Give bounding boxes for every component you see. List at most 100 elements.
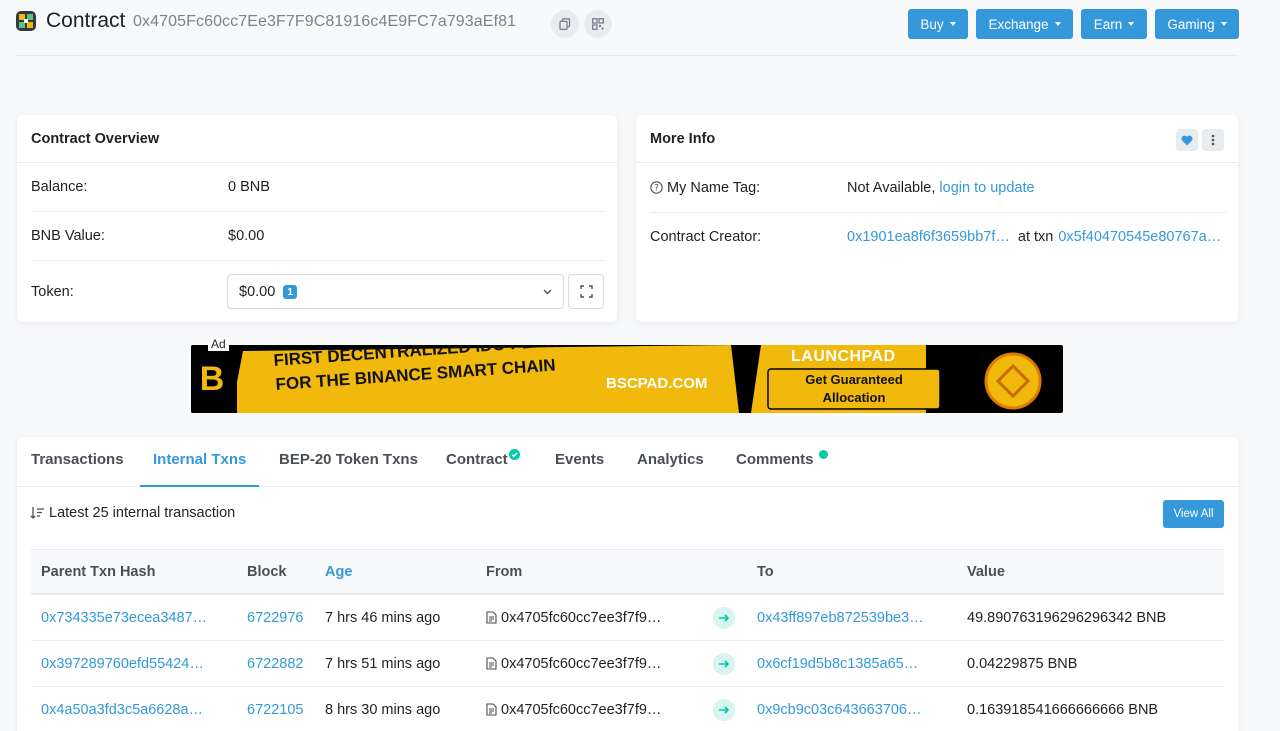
svg-text:B: B <box>200 360 225 398</box>
column-header: Value <box>967 564 1005 580</box>
name-tag-label: My Name Tag: <box>667 179 761 196</box>
login-to-update-link[interactable]: login to update <box>939 180 1034 196</box>
ad-launchpad: LAUNCHPAD <box>791 348 896 365</box>
transactions-card: Transactions Internal Txns BEP-20 Token … <box>17 437 1238 731</box>
ad-banner[interactable]: B FIRST DECENTRALIZED IDO PLATFORM FOR T… <box>191 345 1063 413</box>
to-address-link[interactable]: 0x6cf19d5b8c1385a65… <box>757 641 918 687</box>
value-cell: 49.890763196296296342 BNB <box>967 610 1167 626</box>
heart-icon <box>1181 135 1193 145</box>
qr-code-button[interactable] <box>584 10 612 38</box>
age-cell: 8 hrs 30 mins ago <box>325 702 441 718</box>
expand-token-button[interactable] <box>568 274 604 309</box>
contract-address: 0x4705Fc60cc7Ee3F7F9C81916c4E9FC7a793aEf… <box>133 13 517 30</box>
parent-txn-hash-link[interactable]: 0x397289760efd55424… <box>41 641 204 687</box>
copy-address-button[interactable] <box>551 10 579 38</box>
tab-bep20-token-txns[interactable]: BEP-20 Token Txns <box>279 437 418 487</box>
tab-events[interactable]: Events <box>555 437 604 487</box>
name-tag-value: Not Available, <box>847 179 936 196</box>
gaming-menu-button[interactable]: Gaming <box>1155 9 1239 39</box>
value-cell: 0.04229875 BNB <box>967 656 1078 672</box>
contract-file-icon <box>486 611 497 624</box>
age-cell: 7 hrs 51 mins ago <box>325 656 441 672</box>
arrow-right-icon <box>718 706 729 714</box>
to-address-link[interactable]: 0x9cb9c03c643663706… <box>757 687 921 731</box>
token-value: $0.00 <box>239 283 276 300</box>
balance-value: 0 BNB <box>228 179 270 195</box>
from-address: 0x4705fc60cc7ee3f7f9… <box>501 702 662 718</box>
chevron-down-icon <box>1220 22 1227 26</box>
chevron-down-icon <box>949 22 956 26</box>
contract-overview-card: Contract Overview Balance: 0 BNB BNB Val… <box>17 115 617 322</box>
column-header: Parent Txn Hash <box>41 564 156 580</box>
balance-row: Balance: 0 BNB <box>31 163 605 212</box>
more-info-card: More Info ? My Name Tag: Not Available, … <box>636 115 1238 322</box>
ad-cta: Get Guaranteed Allocation <box>805 372 903 405</box>
block-link[interactable]: 6722976 <box>247 595 303 641</box>
tab-bar: Transactions Internal Txns BEP-20 Token … <box>17 437 1238 487</box>
bnb-value-label: BNB Value: <box>31 228 105 244</box>
page-title: Contract <box>46 9 126 32</box>
chevron-down-icon <box>1054 22 1061 26</box>
transfer-arrow <box>713 653 735 675</box>
verified-check-icon <box>509 449 520 460</box>
from-address: 0x4705fc60cc7ee3f7f9… <box>501 610 662 626</box>
transfer-arrow <box>713 607 735 629</box>
ad-site: BSCPAD.COM <box>606 375 708 392</box>
card-title: More Info <box>636 115 1238 163</box>
arrow-right-icon <box>718 660 729 668</box>
svg-text:?: ? <box>654 184 659 194</box>
summary-text: Latest 25 internal transaction <box>49 505 236 521</box>
chevron-down-icon <box>1128 22 1135 26</box>
ad-label: Ad <box>208 337 229 351</box>
contract-logo-icon <box>16 11 36 31</box>
bnb-value: $0.00 <box>228 228 265 244</box>
view-all-button[interactable]: View All <box>1163 500 1224 528</box>
tab-internal-txns[interactable]: Internal Txns <box>140 437 260 487</box>
parent-txn-hash-link[interactable]: 0x734335e73ecea3487… <box>41 595 207 641</box>
table-row: 0x4a50a3fd3c5a6628a… 6722105 8 hrs 30 mi… <box>31 687 1224 731</box>
header-divider <box>16 55 1238 56</box>
coin-icon <box>984 352 1042 410</box>
more-options-button[interactable] <box>1202 129 1224 151</box>
tab-transactions[interactable]: Transactions <box>31 437 124 487</box>
creator-txn-link[interactable]: 0x5f40470545e80767a… <box>1058 229 1221 245</box>
table-summary: Latest 25 internal transaction <box>30 505 235 521</box>
bnb-value-row: BNB Value: $0.00 <box>31 212 605 261</box>
from-address: 0x4705fc60cc7ee3f7f9… <box>501 656 662 672</box>
exchange-menu-button[interactable]: Exchange <box>976 9 1073 39</box>
block-link[interactable]: 6722105 <box>247 687 303 731</box>
token-label: Token: <box>31 284 74 300</box>
contract-file-icon <box>486 657 497 670</box>
copy-icon <box>559 18 571 30</box>
more-vertical-icon <box>1211 134 1215 146</box>
token-count-badge: 1 <box>283 284 298 299</box>
creator-label: Contract Creator: <box>650 229 762 245</box>
parent-txn-hash-link[interactable]: 0x4a50a3fd3c5a6628a… <box>41 687 203 731</box>
table-header: Parent Txn Hash Block Age From To Value <box>31 549 1224 595</box>
age-column-toggle[interactable]: Age <box>325 550 352 594</box>
tab-comments[interactable]: Comments <box>736 437 814 487</box>
page-scrollbar[interactable] <box>1266 0 1280 731</box>
balance-label: Balance: <box>31 179 88 195</box>
column-header: From <box>486 564 523 580</box>
token-holdings-dropdown[interactable]: $0.00 1 <box>227 274 564 309</box>
help-icon: ? <box>650 181 663 194</box>
creator-at-text: at txn <box>1017 229 1054 245</box>
block-link[interactable]: 6722882 <box>247 641 303 687</box>
contract-creator-row: Contract Creator: 0x1901ea8f6f3659bb7f… … <box>650 213 1226 261</box>
contract-file-icon <box>486 703 497 716</box>
tab-analytics[interactable]: Analytics <box>637 437 704 487</box>
sort-icon <box>30 507 44 519</box>
column-header: Block <box>247 564 287 580</box>
creator-address-link[interactable]: 0x1901ea8f6f3659bb7f… <box>847 229 1010 245</box>
tab-contract[interactable]: Contract <box>446 437 508 487</box>
earn-menu-button[interactable]: Earn <box>1081 9 1147 39</box>
arrow-right-icon <box>718 614 729 622</box>
buy-menu-button[interactable]: Buy <box>908 9 968 39</box>
card-title: Contract Overview <box>17 115 617 163</box>
chevron-down-icon <box>543 289 552 294</box>
value-cell: 0.163918541666666666 BNB <box>967 702 1159 718</box>
comments-indicator-dot <box>819 450 828 459</box>
favorite-button[interactable] <box>1176 129 1198 151</box>
to-address-link[interactable]: 0x43ff897eb872539be3… <box>757 595 924 641</box>
